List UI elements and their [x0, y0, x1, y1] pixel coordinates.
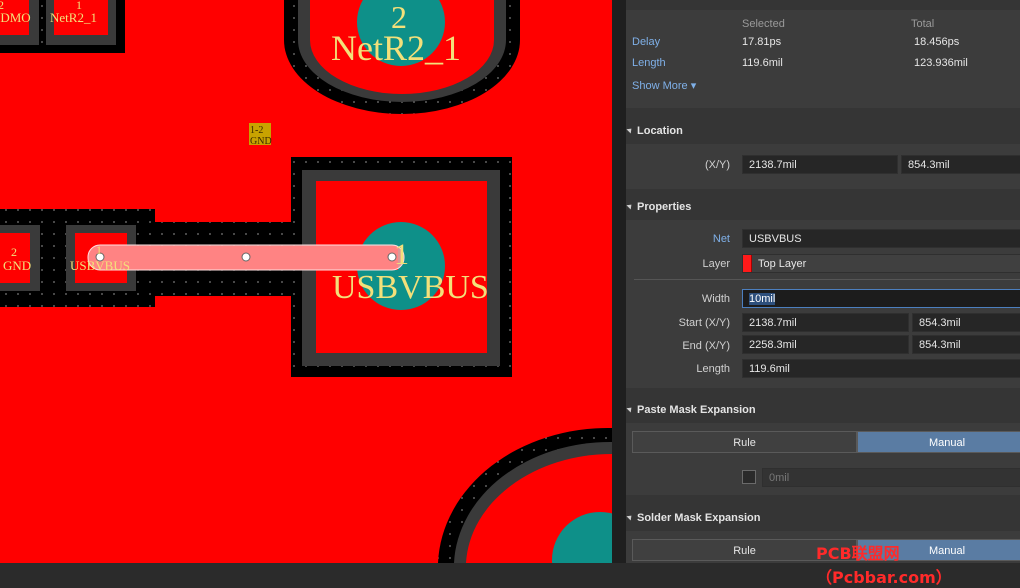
track-mid-handle[interactable]	[241, 252, 251, 262]
via-label-num: 1-2	[250, 125, 263, 136]
stats-col-total: Total	[911, 18, 935, 30]
separator	[634, 279, 1020, 280]
start-x-field[interactable]: 2138.7mil	[742, 313, 909, 332]
net-label: Net	[712, 233, 730, 245]
stats-row-label: Delay	[632, 36, 661, 48]
paste-mask-header[interactable]: Paste Mask Expansion	[626, 404, 756, 416]
pcb-drawing[interactable]: -DMO 2 1 NetR2_1 2 NetR2_1 1-2 GND 2 GND…	[0, 0, 612, 563]
collapse-arrow-icon	[626, 202, 634, 210]
width-label: Width	[701, 293, 730, 305]
width-field-value: 10mil	[749, 293, 776, 305]
stats-length-total: 123.936mil	[914, 57, 968, 69]
length-label: Length	[696, 363, 730, 375]
properties-title: Properties	[637, 201, 692, 213]
pad-label-num: 2	[11, 245, 17, 259]
pad-label-net: USBVBUS	[332, 269, 489, 306]
paste-mask-value-field[interactable]: 0mil	[762, 468, 1020, 487]
pad-label-dmo: -DMO	[0, 10, 31, 25]
start-y-field[interactable]: 854.3mil	[912, 313, 1020, 332]
paste-mask-checkbox[interactable]	[742, 470, 756, 484]
paste-mask-manual-button[interactable]: Manual	[857, 431, 1020, 453]
properties-box: Net USBVBUS Layer Top Layer Width 10mil …	[626, 220, 1020, 388]
stats-delay-total: 18.456ps	[914, 36, 960, 48]
location-y-field[interactable]: 854.3mil	[901, 155, 1020, 174]
layer-color-swatch	[743, 255, 752, 272]
paste-mask-title: Paste Mask Expansion	[637, 404, 756, 416]
pad-label-net: GND	[3, 258, 31, 273]
layer-label: Layer	[702, 258, 730, 270]
pad-label-net: NetR2_1	[50, 10, 97, 25]
pad-label-net: USBVBUS	[70, 258, 130, 273]
show-more-link[interactable]: Show More ▾	[632, 79, 696, 92]
paste-mask-rule-button[interactable]: Rule	[632, 431, 857, 453]
paste-mask-box: Rule Manual 0mil	[626, 423, 1020, 495]
start-label: Start (X/Y)	[678, 317, 730, 329]
panel-splitter[interactable]	[612, 0, 626, 563]
pad-label-net: NetR2_1	[331, 28, 461, 68]
stats-row-label: Length	[632, 57, 666, 69]
location-box: (X/Y) 2138.7mil 854.3mil	[626, 144, 1020, 189]
solder-mask-title: Solder Mask Expansion	[637, 512, 761, 524]
location-header[interactable]: Location	[626, 125, 683, 137]
layer-select-value: Top Layer	[758, 258, 807, 270]
end-x-field[interactable]: 2258.3mil	[742, 335, 909, 354]
end-label: End (X/Y)	[682, 340, 730, 352]
location-x-field[interactable]: 2138.7mil	[742, 155, 898, 174]
pad-label-num: 2	[0, 0, 4, 12]
width-field[interactable]: 10mil	[742, 289, 1020, 308]
layer-select[interactable]: Top Layer	[742, 254, 1020, 273]
stats-length-selected: 119.6mil	[742, 57, 783, 69]
via-label-net: GND	[250, 136, 272, 147]
stats-delay-selected: 17.81ps	[742, 36, 782, 48]
watermark-text: PCB联盟网（Pcbbar.com）	[816, 544, 952, 587]
end-y-field[interactable]: 854.3mil	[912, 335, 1020, 354]
stats-col-selected: Selected	[742, 18, 785, 30]
net-field[interactable]: USBVBUS	[742, 229, 1020, 248]
properties-header[interactable]: Properties	[626, 201, 692, 213]
location-title: Location	[637, 125, 683, 137]
pcb-canvas[interactable]: -DMO 2 1 NetR2_1 2 NetR2_1 1-2 GND 2 GND…	[0, 0, 612, 563]
stats-box: Selected Total Delay 17.81ps 18.456ps Le…	[626, 10, 1020, 108]
length-field[interactable]: 119.6mil	[742, 359, 1020, 378]
properties-panel: Selected Total Delay 17.81ps 18.456ps Le…	[626, 0, 1020, 563]
collapse-arrow-icon	[626, 405, 634, 413]
solder-mask-header[interactable]: Solder Mask Expansion	[626, 512, 761, 524]
pad-label-num: 1	[96, 243, 102, 257]
collapse-arrow-icon	[626, 126, 634, 134]
pad-label-num: 1	[394, 238, 409, 271]
collapse-arrow-icon	[626, 513, 634, 521]
location-xy-label: (X/Y)	[704, 159, 730, 171]
